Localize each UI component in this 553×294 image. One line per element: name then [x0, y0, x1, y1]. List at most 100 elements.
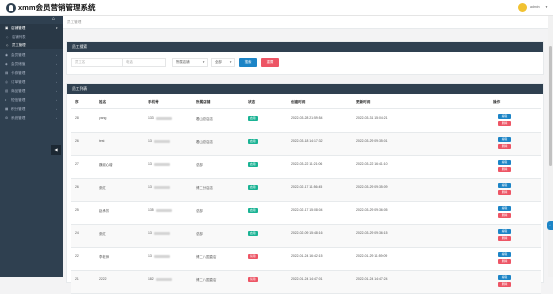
cell-created: 2022-02-17 11:56:45: [291, 185, 323, 189]
edit-button[interactable]: 编辑: [498, 183, 511, 188]
scrollbar-thumb[interactable]: [549, 46, 552, 166]
edit-button[interactable]: 编辑: [498, 137, 511, 142]
edit-button[interactable]: 编辑: [498, 252, 511, 257]
cell-id-text: 21: [75, 277, 79, 281]
sidebar-item-icon: ▥: [5, 89, 9, 93]
chevron-down-icon: ▼: [229, 60, 232, 64]
cell-name: 李老师: [99, 254, 109, 259]
edit-button[interactable]: 编辑: [498, 275, 511, 280]
table-row: 26 张红 13 博二分店店 启用 2022-02-17 11:56:45 2022-03-…: [71, 179, 541, 202]
sidebar-item-label: 会员储值: [11, 62, 26, 66]
sidebar-item[interactable]: ◉ 会员管理 ‹: [0, 51, 63, 60]
sidebar-item[interactable]: ▦ 积分管理 ‹: [0, 105, 63, 114]
delete-button[interactable]: 删除: [498, 190, 511, 195]
column-header: 手机号: [148, 100, 159, 104]
edit-button[interactable]: 编辑: [498, 160, 511, 165]
delete-button[interactable]: 删除: [498, 121, 511, 126]
cell-phone-text: 135: [148, 208, 154, 212]
phone-input[interactable]: 电话: [122, 58, 166, 67]
side-float-button[interactable]: ‹: [547, 221, 553, 230]
sidebar-item-icon: ◉: [5, 53, 9, 57]
table-row: 21 2222 182 博二八国直店 禁用 2022-01-24 14:47:01 2022…: [71, 271, 541, 294]
cell-updated: 2022-03-29 09:35:09: [356, 185, 388, 189]
cell-name-text: yang: [99, 116, 107, 120]
cell-id-text: 26: [75, 139, 79, 143]
table-row: 28 yang 133 看山总店店 启用 2022-03-28 21:59:54 2022-…: [71, 110, 541, 133]
cell-name: 2222: [99, 277, 107, 281]
sidebar-item[interactable]: ▥ 商品管理 ‹: [0, 87, 63, 96]
sidebar-item-icon: ▦: [5, 107, 9, 111]
tab-staff-management[interactable]: 员工管理: [67, 20, 81, 25]
delete-button[interactable]: 删除: [498, 259, 511, 264]
cell-phone-text: 182: [148, 277, 154, 281]
home-icon[interactable]: ⌂: [52, 17, 58, 22]
status-select[interactable]: 全部 ▼: [211, 58, 235, 67]
cell-id-text: 24: [75, 231, 79, 235]
cell-store-text: 总部: [196, 232, 203, 236]
cell-name-text: 2222: [99, 277, 107, 281]
status-badge: 启用: [248, 139, 258, 144]
delete-button[interactable]: 删除: [498, 236, 511, 241]
cell-id: 24: [75, 231, 79, 235]
cell-phone-text: 13: [148, 185, 152, 189]
cell-phone-text: 13: [148, 162, 152, 166]
cell-phone: 13: [148, 254, 170, 258]
store-select[interactable]: 所属店铺 ▼: [172, 58, 208, 67]
page-scrollbar[interactable]: [548, 16, 553, 277]
sidebar-item[interactable]: ◈ 会员储值 ‹: [0, 60, 63, 69]
cell-id: 28: [75, 116, 79, 120]
table-row: 27 魏淑心增 13 总部 启用 2022-03-22 11:21:06 2022-03-2…: [71, 156, 541, 179]
staff-name-input[interactable]: 员工名: [71, 58, 127, 67]
chevron-down-icon[interactable]: ▼: [545, 5, 548, 9]
chevron-icon: ‹: [56, 98, 57, 102]
edit-button[interactable]: 编辑: [498, 229, 511, 234]
sidebar-item-label: 店铺管理: [11, 26, 26, 30]
delete-button[interactable]: 删除: [498, 167, 511, 172]
sidebar-item[interactable]: ◐ 短信管理 ‹: [0, 96, 63, 105]
edit-button[interactable]: 编辑: [498, 114, 511, 119]
store-select-value: 所属店铺: [176, 60, 190, 64]
delete-button[interactable]: 删除: [498, 213, 511, 218]
user-avatar[interactable]: [518, 3, 527, 12]
cell-updated: 2022-03-31 15:04:21: [356, 116, 388, 120]
column-header: 更新时间: [356, 100, 371, 104]
reset-button[interactable]: 重置: [261, 58, 279, 67]
sidebar-subitem[interactable]: ◇ 员工管理: [0, 41, 63, 49]
sidebar-item[interactable]: ▤ 卡券管理 ‹: [0, 69, 63, 78]
user-name[interactable]: admin: [530, 5, 540, 9]
sidebar-subitem[interactable]: ◇ 店铺列表: [0, 33, 63, 41]
status-badge: 启用: [248, 116, 258, 121]
table-row: 24 张红 13 总部 启用 2022-02-09 15:48:16 2022-03-29 …: [71, 225, 541, 248]
cell-id: 27: [75, 162, 79, 166]
cell-id: 21: [75, 277, 79, 281]
cell-name-text: 李老师: [99, 255, 110, 259]
delete-button[interactable]: 删除: [498, 144, 511, 149]
cell-created: 2022-02-17 15:08:04: [291, 208, 323, 212]
cell-created: 2022-03-18 14:17:32: [291, 139, 323, 143]
collapse-sidebar-icon[interactable]: ◀: [51, 145, 61, 155]
cell-store-text: 博二八国直店: [196, 278, 217, 282]
sidebar-item[interactable]: ▣ 店铺管理 ▾: [0, 24, 63, 33]
sidebar-item-icon: ◐: [5, 98, 8, 102]
sidebar-item-icon: ▣: [5, 26, 9, 30]
cell-store: 总部: [196, 162, 203, 167]
app-logo-icon: [6, 3, 16, 13]
cell-id: 22: [75, 254, 79, 258]
sidebar-item-icon: ◎: [5, 80, 9, 84]
cell-name: 张红: [99, 231, 106, 236]
cell-updated: 2022-01-24 14:47:24: [356, 277, 388, 281]
sidebar-item[interactable]: ◎ 订单管理 ‹: [0, 78, 63, 87]
sub-item-icon: ◇: [6, 35, 9, 39]
table-row: 22 李老师 13 博二八国直店 禁用 2022-01-24 16:42:15 2022-0…: [71, 248, 541, 271]
edit-button[interactable]: 编辑: [498, 206, 511, 211]
sidebar-item[interactable]: ⚙ 系统管理 ‹: [0, 114, 63, 123]
cell-store: 总部: [196, 208, 203, 213]
cell-name-text: test: [99, 139, 105, 143]
cell-phone: 13: [148, 162, 170, 166]
sidebar-home[interactable]: ⌂: [0, 16, 63, 24]
search-button[interactable]: 搜索: [239, 58, 257, 67]
delete-button[interactable]: 删除: [498, 282, 511, 287]
cell-id-text: 28: [75, 116, 79, 120]
column-header: 序: [75, 100, 79, 104]
cell-id-text: 27: [75, 162, 79, 166]
